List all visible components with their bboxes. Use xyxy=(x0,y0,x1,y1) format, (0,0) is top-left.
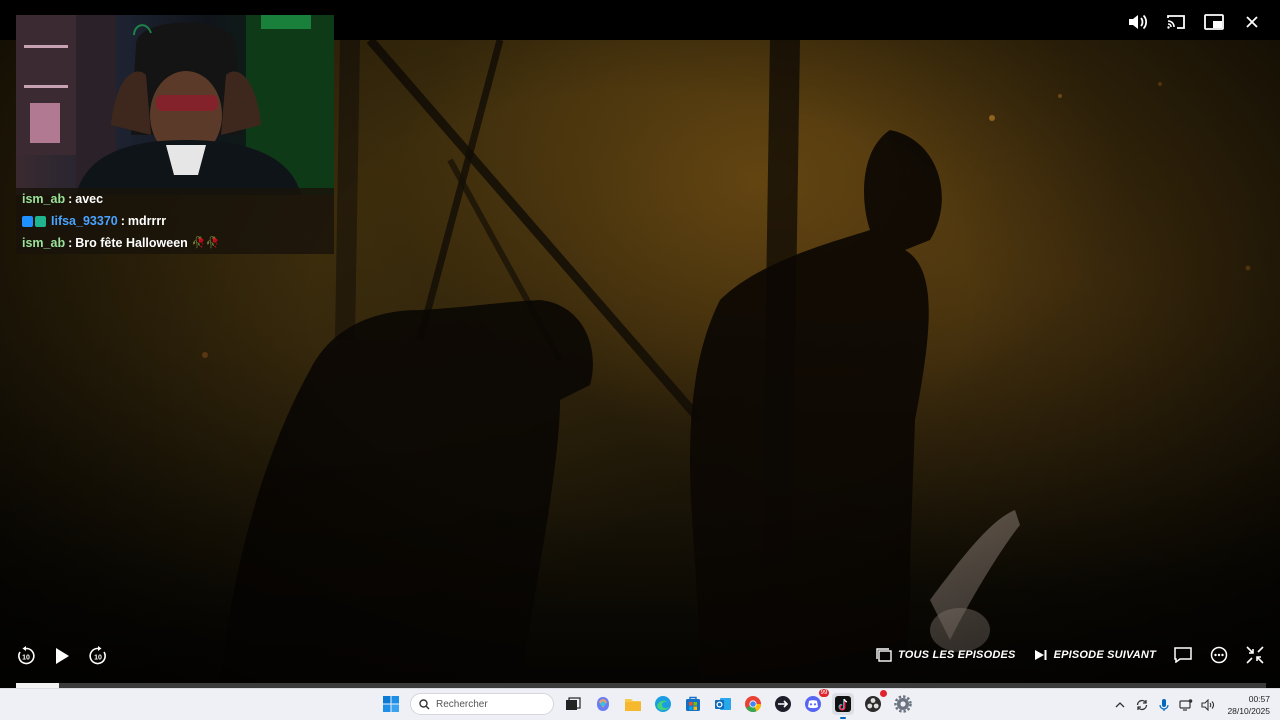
rewind-10-button[interactable]: 10 xyxy=(16,646,36,666)
volume-button[interactable] xyxy=(1126,10,1150,34)
player-top-controls xyxy=(1126,10,1264,34)
file-explorer-icon xyxy=(625,699,641,711)
obs-icon xyxy=(865,696,881,712)
start-button[interactable] xyxy=(380,693,402,715)
more-options-icon xyxy=(1210,646,1228,664)
close-icon xyxy=(1246,16,1258,28)
subtitles-button[interactable] xyxy=(1174,647,1192,663)
task-view-icon xyxy=(566,697,581,710)
skip-next-icon xyxy=(1034,650,1047,660)
chat-separator: : xyxy=(68,236,73,250)
play-icon xyxy=(56,648,69,664)
video-player[interactable]: ism_ab : avec Iifsa_93370 : mdrrrr ism_a… xyxy=(0,0,1280,688)
clock-time: 00:57 xyxy=(1248,694,1270,704)
chat-text: Bro fête Halloween xyxy=(75,236,188,250)
speaker-icon xyxy=(1201,699,1215,711)
windows-taskbar: Rechercher 99 00:57 28/10/2025 xyxy=(0,688,1280,720)
outlook-icon xyxy=(715,698,731,710)
chat-message: Iifsa_93370 : mdrrrr xyxy=(16,210,334,232)
arrow-app-button[interactable] xyxy=(772,693,794,715)
search-icon xyxy=(419,698,430,709)
file-explorer-button[interactable] xyxy=(622,693,644,715)
close-player-button[interactable] xyxy=(1240,10,1264,34)
notification-dot xyxy=(880,690,887,697)
tiktok-button[interactable] xyxy=(832,693,854,719)
stream-chat: ism_ab : avec Iifsa_93370 : mdrrrr ism_a… xyxy=(16,188,334,254)
chat-username: ism_ab xyxy=(22,236,66,250)
store-icon xyxy=(686,696,700,711)
picture-in-picture-icon xyxy=(1204,14,1224,30)
cast-icon xyxy=(1167,15,1185,29)
forward-10-button[interactable]: 10 xyxy=(88,646,108,666)
svg-text:10: 10 xyxy=(22,655,30,662)
rewind-10-icon: 10 xyxy=(18,646,35,665)
chat-text: mdrrrr xyxy=(127,214,167,228)
obs-button[interactable] xyxy=(862,690,887,715)
next-episode-button[interactable]: EPISODE SUIVANT xyxy=(1034,649,1156,661)
player-bottom-controls: 10 10 TOUS LES EPISODES EPISODE SUIVANT xyxy=(0,646,1280,672)
sync-tray-button[interactable] xyxy=(1135,698,1149,712)
system-clock[interactable]: 00:57 28/10/2025 xyxy=(1227,693,1270,717)
clock-date: 28/10/2025 xyxy=(1227,706,1270,716)
store-button[interactable] xyxy=(682,693,704,715)
streamer-webcam xyxy=(16,15,334,195)
arrow-app-icon xyxy=(775,696,791,712)
copilot-button[interactable] xyxy=(592,693,614,715)
microphone-icon xyxy=(1159,699,1170,711)
copilot-icon xyxy=(597,697,609,711)
chrome-icon xyxy=(745,696,761,712)
network-icon xyxy=(1179,699,1193,711)
all-episodes-label: TOUS LES EPISODES xyxy=(898,649,1016,661)
chat-separator: : xyxy=(68,192,73,206)
settings-icon xyxy=(894,695,912,713)
chat-username: ism_ab xyxy=(22,192,66,206)
cast-button[interactable] xyxy=(1164,10,1188,34)
next-episode-label: EPISODE SUIVANT xyxy=(1053,649,1156,661)
show-hidden-icons-button[interactable] xyxy=(1113,698,1127,712)
discord-notification-badge: 99 xyxy=(819,689,829,697)
more-options-button[interactable] xyxy=(1210,646,1228,664)
chrome-button[interactable] xyxy=(742,693,764,715)
discord-button[interactable]: 99 xyxy=(802,689,829,715)
taskbar-search-input[interactable]: Rechercher xyxy=(410,693,554,715)
wilted-rose-emoji: 🥀🥀 xyxy=(191,237,220,249)
tiktok-icon xyxy=(835,696,851,712)
outlook-button[interactable] xyxy=(712,693,734,715)
chat-text: avec xyxy=(75,192,104,206)
exit-fullscreen-button[interactable] xyxy=(1246,646,1264,664)
discord-icon xyxy=(805,696,821,712)
svg-text:10: 10 xyxy=(94,655,102,662)
network-tray-button[interactable] xyxy=(1179,698,1193,712)
chat-message: ism_ab : avec xyxy=(16,188,334,210)
volume-tray-button[interactable] xyxy=(1201,698,1215,712)
play-button[interactable] xyxy=(52,646,72,666)
forward-10-icon: 10 xyxy=(89,646,106,665)
edge-icon xyxy=(655,696,671,712)
windows-start-icon xyxy=(383,696,399,712)
chat-message: ism_ab : Bro fête Halloween 🥀🥀 xyxy=(16,232,334,254)
edge-button[interactable] xyxy=(652,693,674,715)
settings-button[interactable] xyxy=(892,693,914,715)
chat-separator: : xyxy=(120,214,125,228)
chat-badge-icon xyxy=(22,215,33,227)
task-view-button[interactable] xyxy=(562,693,584,715)
exit-fullscreen-icon xyxy=(1246,646,1264,664)
active-app-indicator xyxy=(840,717,846,719)
episodes-icon xyxy=(876,648,892,662)
picture-in-picture-button[interactable] xyxy=(1202,10,1226,34)
volume-icon xyxy=(1129,14,1148,30)
subtitles-icon xyxy=(1174,647,1192,663)
chat-username: Iifsa_93370 xyxy=(51,214,118,228)
chat-badge-icon xyxy=(35,215,46,227)
sync-icon xyxy=(1137,699,1148,711)
search-placeholder: Rechercher xyxy=(436,698,488,710)
streamer-webcam-image xyxy=(16,15,334,195)
chevron-up-icon xyxy=(1115,702,1125,708)
microphone-tray-button[interactable] xyxy=(1157,698,1171,712)
all-episodes-button[interactable]: TOUS LES EPISODES xyxy=(876,648,1016,662)
